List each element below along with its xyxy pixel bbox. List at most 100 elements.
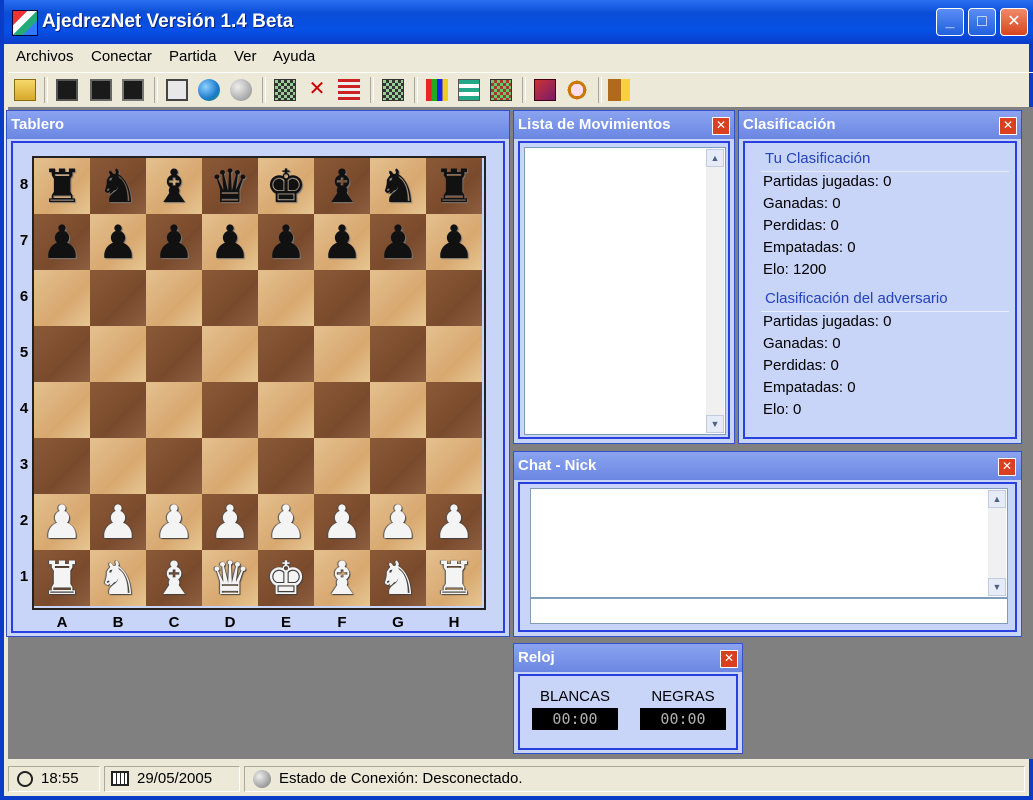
square-f5[interactable]: [314, 326, 370, 382]
square-h7[interactable]: ♟: [426, 214, 482, 270]
square-e2[interactable]: ♟: [258, 494, 314, 550]
scroll-up-icon[interactable]: ▲: [988, 490, 1006, 508]
square-d7[interactable]: ♟: [202, 214, 258, 270]
white-king-icon[interactable]: ♚: [258, 550, 314, 606]
square-e5[interactable]: [258, 326, 314, 382]
square-f7[interactable]: ♟: [314, 214, 370, 270]
square-a7[interactable]: ♟: [34, 214, 90, 270]
chat-scrollbar[interactable]: ▲ ▼: [988, 490, 1006, 596]
close-button[interactable]: ✕: [1000, 8, 1028, 36]
square-b4[interactable]: [90, 382, 146, 438]
square-a6[interactable]: [34, 270, 90, 326]
square-d2[interactable]: ♟: [202, 494, 258, 550]
square-c4[interactable]: [146, 382, 202, 438]
square-c6[interactable]: [146, 270, 202, 326]
black-bishop-icon[interactable]: ♝: [314, 158, 370, 214]
chat-close-icon[interactable]: ✕: [998, 458, 1016, 476]
menu-archivos[interactable]: Archivos: [16, 48, 74, 65]
white-pawn-icon[interactable]: ♟: [370, 494, 426, 550]
white-knight-icon[interactable]: ♞: [90, 550, 146, 606]
square-b5[interactable]: [90, 326, 146, 382]
moves-list[interactable]: ▲ ▼: [524, 147, 726, 435]
moves-scrollbar[interactable]: ▲ ▼: [706, 149, 724, 433]
square-a8[interactable]: ♜: [34, 158, 90, 214]
scroll-down-icon[interactable]: ▼: [988, 578, 1006, 596]
square-a4[interactable]: [34, 382, 90, 438]
square-h4[interactable]: [426, 382, 482, 438]
maximize-button[interactable]: □: [968, 8, 996, 36]
globe-icon[interactable]: [198, 79, 220, 101]
board-icon[interactable]: [274, 79, 296, 101]
title-bar[interactable]: AjedrezNet Versión 1.4 Beta _ □ ✕: [4, 0, 1033, 44]
square-b1[interactable]: ♞: [90, 550, 146, 606]
square-h3[interactable]: [426, 438, 482, 494]
square-g7[interactable]: ♟: [370, 214, 426, 270]
black-pawn-icon[interactable]: ♟: [90, 214, 146, 270]
black-bishop-icon[interactable]: ♝: [146, 158, 202, 214]
cross-pieces-icon[interactable]: ✕: [306, 79, 328, 101]
white-rook-icon[interactable]: ♜: [34, 550, 90, 606]
square-a3[interactable]: [34, 438, 90, 494]
chat-log[interactable]: ▲ ▼: [530, 488, 1008, 598]
square-f6[interactable]: [314, 270, 370, 326]
magnifier-icon[interactable]: [566, 79, 588, 101]
square-g2[interactable]: ♟: [370, 494, 426, 550]
book-icon[interactable]: [534, 79, 556, 101]
square-a5[interactable]: [34, 326, 90, 382]
square-g8[interactable]: ♞: [370, 158, 426, 214]
menu-ayuda[interactable]: Ayuda: [273, 48, 315, 65]
moves-close-icon[interactable]: ✕: [712, 117, 730, 135]
square-g6[interactable]: [370, 270, 426, 326]
square-c2[interactable]: ♟: [146, 494, 202, 550]
clock-close-icon[interactable]: ✕: [720, 650, 738, 668]
square-f4[interactable]: [314, 382, 370, 438]
menu-conectar[interactable]: Conectar: [91, 48, 152, 65]
black-pawn-icon[interactable]: ♟: [146, 214, 202, 270]
square-d8[interactable]: ♛: [202, 158, 258, 214]
menu-partida[interactable]: Partida: [169, 48, 217, 65]
color-bars-icon[interactable]: [426, 79, 448, 101]
scroll-up-icon[interactable]: ▲: [706, 149, 724, 167]
menu-ver[interactable]: Ver: [234, 48, 257, 65]
square-b8[interactable]: ♞: [90, 158, 146, 214]
square-h6[interactable]: [426, 270, 482, 326]
white-pawn-icon[interactable]: ♟: [314, 494, 370, 550]
white-pawn-icon[interactable]: ♟: [426, 494, 482, 550]
list-icon[interactable]: [458, 79, 480, 101]
white-pawn-icon[interactable]: ♟: [146, 494, 202, 550]
save-icon[interactable]: [56, 79, 78, 101]
square-d5[interactable]: [202, 326, 258, 382]
exit-door-icon[interactable]: [608, 79, 630, 101]
square-e4[interactable]: [258, 382, 314, 438]
square-e6[interactable]: [258, 270, 314, 326]
square-c8[interactable]: ♝: [146, 158, 202, 214]
square-b7[interactable]: ♟: [90, 214, 146, 270]
black-king-icon[interactable]: ♚: [258, 158, 314, 214]
square-d6[interactable]: [202, 270, 258, 326]
white-pawn-icon[interactable]: ♟: [258, 494, 314, 550]
square-h8[interactable]: ♜: [426, 158, 482, 214]
square-f1[interactable]: ♝: [314, 550, 370, 606]
card-icon[interactable]: [166, 79, 188, 101]
square-h1[interactable]: ♜: [426, 550, 482, 606]
save-as-icon[interactable]: [90, 79, 112, 101]
white-rook-icon[interactable]: ♜: [426, 550, 482, 606]
square-d3[interactable]: [202, 438, 258, 494]
square-f2[interactable]: ♟: [314, 494, 370, 550]
black-pawn-icon[interactable]: ♟: [202, 214, 258, 270]
white-pawn-icon[interactable]: ♟: [34, 494, 90, 550]
square-c5[interactable]: [146, 326, 202, 382]
black-pawn-icon[interactable]: ♟: [258, 214, 314, 270]
rating-close-icon[interactable]: ✕: [999, 117, 1017, 135]
board-small-icon[interactable]: [382, 79, 404, 101]
square-g5[interactable]: [370, 326, 426, 382]
white-knight-icon[interactable]: ♞: [370, 550, 426, 606]
white-pawn-icon[interactable]: ♟: [90, 494, 146, 550]
square-h2[interactable]: ♟: [426, 494, 482, 550]
black-pawn-icon[interactable]: ♟: [370, 214, 426, 270]
black-pawn-icon[interactable]: ♟: [34, 214, 90, 270]
black-pawn-icon[interactable]: ♟: [426, 214, 482, 270]
globe-gray-icon[interactable]: [230, 79, 252, 101]
white-pawn-icon[interactable]: ♟: [202, 494, 258, 550]
stack-icon[interactable]: [338, 79, 360, 101]
